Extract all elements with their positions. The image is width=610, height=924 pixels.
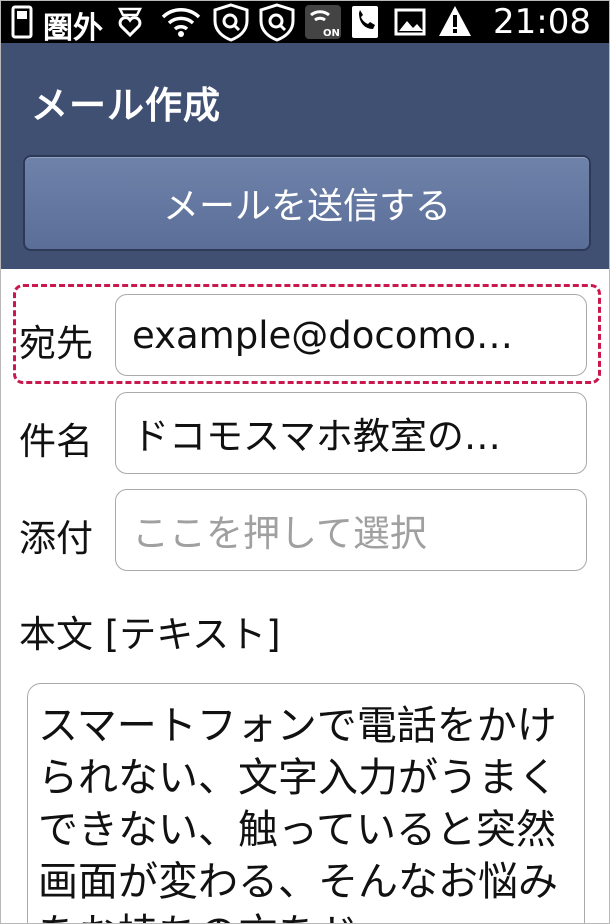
to-input[interactable]: example@docomo…	[115, 294, 587, 376]
wifi-icon	[159, 1, 203, 43]
attachment-label: 添付	[19, 517, 93, 560]
to-label: 宛先	[19, 322, 93, 365]
status-bar: 圏外 ON 21:08	[1, 1, 609, 46]
clock: 21:08	[493, 2, 591, 42]
shield-search-icon	[257, 1, 297, 43]
sim-card-icon	[9, 1, 35, 43]
body-text: スマートフォンで電話をかけられない、文字入力がうまくできない、触っていると突然画…	[38, 703, 558, 923]
carrier-text: 圏外	[43, 11, 103, 46]
subject-label: 件名	[19, 420, 93, 463]
shield-search-icon	[211, 1, 251, 43]
body-textarea[interactable]: スマートフォンで電話をかけられない、文字入力がうまくできない、触っていると突然画…	[27, 683, 585, 923]
body-label: 本文 [テキスト]	[19, 613, 281, 656]
phone-contact-icon	[349, 1, 383, 43]
subject-input[interactable]: ドコモスマホ教室の…	[115, 392, 587, 474]
wifi-calling-on-icon: ON	[303, 1, 343, 43]
screen: 圏外 ON 21:08 メール作成 メールを送信する 宛先 example@do…	[0, 0, 610, 924]
attachment-picker[interactable]: ここを押して選択	[115, 489, 587, 571]
send-mail-button[interactable]: メールを送信する	[23, 155, 591, 251]
page-title: メール作成	[31, 84, 221, 127]
warning-icon	[437, 1, 473, 43]
image-icon	[393, 1, 427, 43]
svg-text:ON: ON	[323, 28, 340, 39]
heart-notification-icon	[115, 1, 145, 43]
